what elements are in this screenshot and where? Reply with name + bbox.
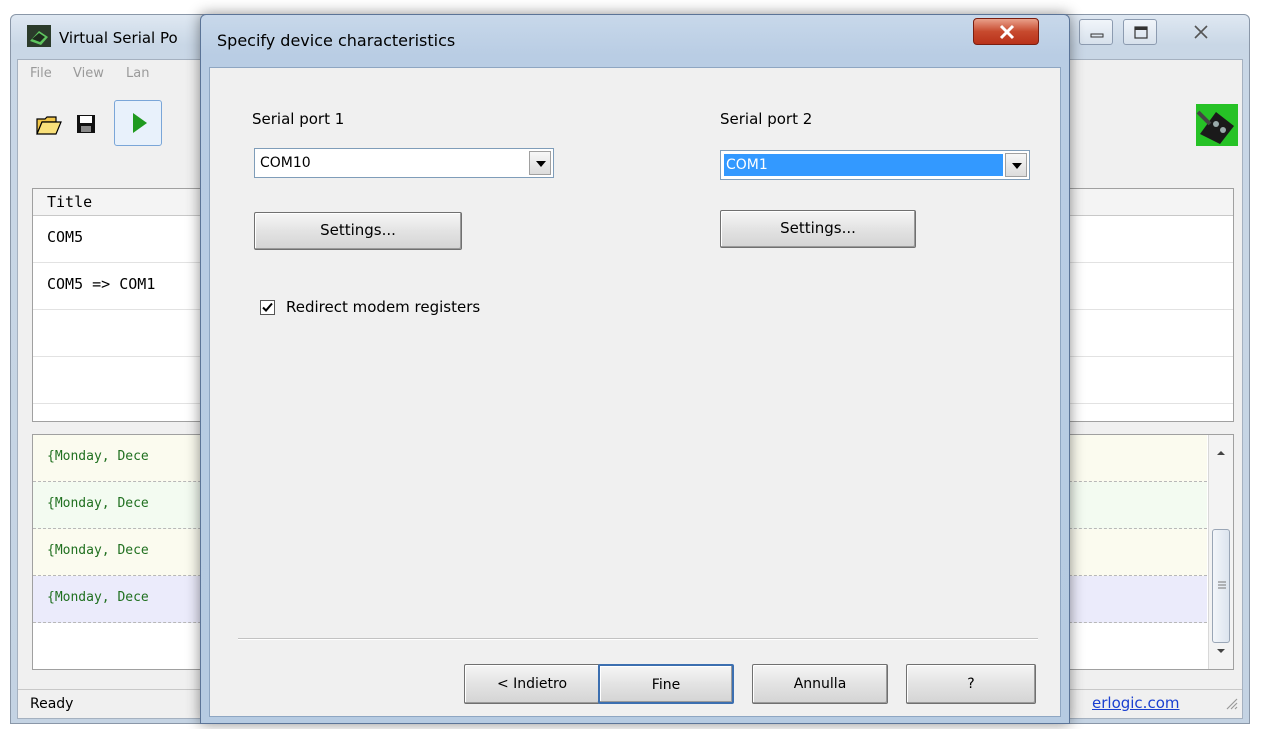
scroll-thumb[interactable] (1212, 529, 1230, 643)
dropdown-arrow-button[interactable] (529, 151, 551, 175)
dialog-separator (238, 638, 1038, 640)
cancel-button[interactable]: Annulla (752, 664, 888, 704)
redirect-modem-registers-label[interactable]: Redirect modem registers (286, 298, 480, 316)
redirect-modem-registers-checkbox[interactable] (260, 300, 275, 315)
device-row-label: COM5 => COM1 (47, 275, 156, 293)
log-row-text: {Monday, Dece (47, 590, 149, 605)
maximize-icon (1124, 26, 1158, 50)
main-window-title: Virtual Serial Po (59, 29, 178, 47)
dialog-title: Specify device characteristics (217, 31, 456, 50)
device-characteristics-dialog: Specify device characteristics Serial po… (200, 14, 1070, 724)
close-icon (1171, 25, 1231, 49)
serial-port-1-value: COM10 (260, 155, 311, 171)
serial-port-2-settings-button[interactable]: Settings... (720, 210, 916, 248)
dropdown-arrow-button[interactable] (1005, 153, 1027, 177)
serial-port-1-combo[interactable]: COM10 (254, 148, 554, 178)
website-link[interactable]: erlogic.com (1092, 694, 1179, 712)
device-row-label: COM5 (47, 228, 84, 246)
finish-button[interactable]: Fine (598, 664, 734, 704)
log-row-text: {Monday, Dece (47, 496, 149, 511)
status-text: Ready (30, 696, 74, 712)
app-icon (27, 25, 51, 47)
log-scrollbar[interactable] (1208, 435, 1233, 669)
start-button[interactable] (114, 100, 162, 146)
log-row-text: {Monday, Dece (47, 543, 149, 558)
save-disk-icon[interactable] (76, 114, 96, 138)
dialog-body: Serial port 1 COM10 Settings... Serial p… (209, 67, 1061, 717)
menu-view[interactable]: View (73, 66, 104, 81)
serial-port-1-label: Serial port 1 (252, 110, 345, 128)
menu-file[interactable]: File (30, 66, 52, 81)
serial-connector-logo-icon (1196, 104, 1238, 146)
minimize-button[interactable] (1079, 19, 1113, 45)
help-button[interactable]: ? (906, 664, 1036, 704)
serial-port-2-value: COM1 (724, 154, 1003, 176)
grip-icon (1217, 578, 1227, 594)
serial-port-1-settings-button[interactable]: Settings... (254, 212, 462, 250)
scroll-down-icon[interactable] (1215, 643, 1227, 659)
menu-language[interactable]: Lan (126, 66, 149, 81)
open-folder-icon[interactable] (36, 114, 62, 140)
main-close-button[interactable] (1171, 19, 1231, 45)
log-row-text: {Monday, Dece (47, 449, 149, 464)
resize-grip-icon[interactable] (1224, 696, 1238, 714)
back-button[interactable]: < Indietro (464, 664, 600, 704)
scroll-up-icon[interactable] (1215, 445, 1227, 461)
dialog-close-button[interactable] (973, 18, 1039, 45)
play-icon (115, 113, 161, 149)
maximize-button[interactable] (1123, 19, 1157, 45)
column-title: Title (47, 193, 93, 211)
serial-port-2-combo[interactable]: COM1 (720, 150, 1030, 180)
minimize-icon (1080, 33, 1114, 50)
serial-port-2-label: Serial port 2 (720, 110, 813, 128)
